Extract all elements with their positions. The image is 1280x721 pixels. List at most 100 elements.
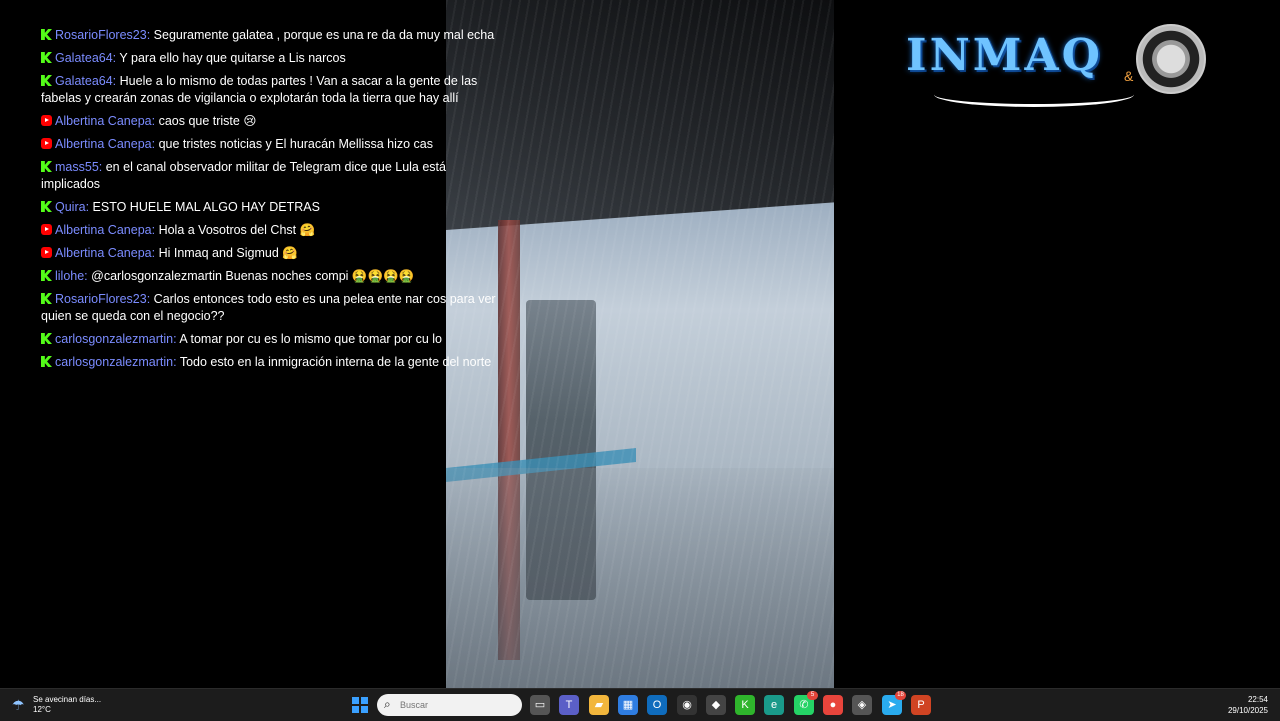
windows-logo-pane	[352, 706, 359, 713]
taskbar-app-kick[interactable]: K	[735, 695, 755, 715]
outlook-icon: O	[652, 699, 662, 711]
store-icon: ▦	[622, 699, 634, 711]
edge-icon: e	[770, 699, 778, 711]
chat-message: RosarioFlores23: Carlos entonces todo es…	[41, 291, 501, 325]
taskbar-app-obs[interactable]: ◉	[677, 695, 697, 715]
chat-text: A tomar por cu es lo mismo que tomar por…	[179, 332, 443, 346]
chat-text: que tristes noticias y El huracán Mellis…	[158, 137, 433, 151]
chat-message: carlosgonzalezmartin: Todo esto en la in…	[41, 354, 501, 371]
chat-username: carlosgonzalezmartin:	[55, 332, 177, 346]
kick-icon	[41, 270, 52, 281]
taskbar-app-teams[interactable]: T	[559, 695, 579, 715]
taskbar: ☂ Se avecinan días... 12°C ⌕ ▭ T ▰ ▦ O ◉ ◆ Ke ✆5…	[0, 688, 1280, 721]
chat-username: Albertina Canepa:	[55, 137, 156, 151]
chat-username: RosarioFlores23:	[55, 292, 151, 306]
chat-username: RosarioFlores23:	[55, 28, 151, 42]
kick-icon	[41, 333, 52, 344]
windows-logo-pane	[361, 706, 368, 713]
logo-ampersand: &	[1124, 68, 1134, 84]
chat-username: Galatea64:	[55, 51, 117, 65]
taskbar-app-chrome[interactable]: ●	[823, 695, 843, 715]
whatsapp-icon: ✆	[799, 699, 809, 711]
youtube-icon	[41, 224, 52, 235]
clock-time: 22:54	[1247, 695, 1268, 704]
chat-text: caos que triste 😢	[158, 114, 257, 128]
unity-icon: ◆	[711, 699, 721, 711]
start-button[interactable]	[352, 697, 368, 713]
chat-message: mass55: en el canal observador militar d…	[41, 159, 501, 193]
chat-username: Galatea64:	[55, 74, 117, 88]
youtube-icon	[41, 247, 52, 258]
chrome-icon: ●	[829, 699, 837, 711]
taskbar-app-whatsapp[interactable]: ✆ 5	[794, 691, 818, 715]
kick-icon	[41, 52, 52, 63]
chat-username: Albertina Canepa:	[55, 223, 156, 237]
shield-icon: ◈	[857, 699, 867, 711]
chat-text: ESTO HUELE MAL ALGO HAY DETRAS	[92, 200, 320, 214]
taskbar-app-telegram[interactable]: ➤ 18	[882, 691, 906, 715]
chat-message: carlosgonzalezmartin: A tomar por cu es …	[41, 331, 501, 348]
taskbar-app-edge[interactable]: e	[764, 695, 784, 715]
youtube-icon	[41, 115, 52, 126]
powerpoint-icon: P	[917, 699, 925, 711]
taskbar-app-security[interactable]: ◈	[852, 695, 872, 715]
taskbar-app-task-view[interactable]: ▭	[530, 695, 550, 715]
logo-wordmark: INMAQ	[906, 30, 1103, 81]
windows-logo-pane	[361, 697, 368, 704]
logo-swoosh	[934, 82, 1134, 107]
chat-text: Todo esto en la inmigración interna de l…	[179, 355, 492, 369]
chat-message: Galatea64: Huele a lo mismo de todas par…	[41, 73, 501, 107]
chat-username: carlosgonzalezmartin:	[55, 355, 177, 369]
chat-message: Quira: ESTO HUELE MAL ALGO HAY DETRAS	[41, 199, 501, 216]
system-clock[interactable]: 22:54 29/10/2025	[1228, 694, 1268, 716]
kick-icon: K	[741, 699, 749, 711]
clock-date: 29/10/2025	[1227, 706, 1268, 715]
video-feed	[446, 0, 834, 688]
obs-icon: ◉	[682, 699, 692, 711]
rain-umbrella-icon: ☂	[12, 697, 25, 713]
chat-text: Seguramente galatea , porque es una re d…	[153, 28, 495, 42]
chat-username: Albertina Canepa:	[55, 114, 156, 128]
task-view-icon: ▭	[534, 699, 546, 711]
chat-message: lilohe: @carlosgonzalezmartin Buenas noc…	[41, 268, 501, 285]
notification-badge: 18	[895, 691, 906, 700]
rain-overlay	[446, 0, 834, 688]
inmaq-logo: INMAQ &	[904, 24, 1206, 107]
logo-seal-icon	[1136, 24, 1206, 94]
kick-icon	[41, 161, 52, 172]
chat-text: en el canal observador militar de Telegr…	[41, 160, 446, 191]
chat-text: Hi Inmaq and Sigmud 🤗	[158, 246, 298, 260]
kick-icon	[41, 75, 52, 86]
kick-icon	[41, 356, 52, 367]
chat-message: RosarioFlores23: Seguramente galatea , p…	[41, 27, 501, 44]
taskbar-app-file-explorer[interactable]: ▰	[589, 695, 609, 715]
chat-message: Albertina Canepa: que tristes noticias y…	[41, 136, 501, 153]
chat-message: Galatea64: Y para ello hay que quitarse …	[41, 50, 501, 67]
windows-logo-icon	[352, 697, 359, 704]
kick-icon	[41, 201, 52, 212]
notification-badge: 5	[807, 691, 818, 700]
chat-overlay: RosarioFlores23: Seguramente galatea , p…	[41, 27, 501, 377]
taskbar-app-powerpoint[interactable]: P	[911, 695, 931, 715]
search-input[interactable]	[400, 697, 510, 713]
chat-message: Albertina Canepa: Hi Inmaq and Sigmud 🤗	[41, 245, 501, 262]
chat-username: mass55:	[55, 160, 103, 174]
kick-icon	[41, 29, 52, 40]
chat-username: Quira:	[55, 200, 90, 214]
youtube-icon	[41, 138, 52, 149]
kick-icon	[41, 293, 52, 304]
taskbar-app-store[interactable]: ▦	[618, 695, 638, 715]
taskbar-app-outlook[interactable]: O	[647, 695, 667, 715]
weather-temp: 12°C	[33, 705, 51, 714]
chat-text: @carlosgonzalezmartin Buenas noches comp…	[91, 269, 415, 283]
taskbar-search[interactable]: ⌕	[377, 694, 522, 716]
taskbar-app-unity[interactable]: ◆	[706, 695, 726, 715]
chat-text: Hola a Vosotros del Chst 🤗	[158, 223, 316, 237]
folder-icon: ▰	[594, 699, 604, 711]
chat-text: Y para ello hay que quitarse a Lis narco…	[119, 51, 346, 65]
chat-message: Albertina Canepa: Hola a Vosotros del Ch…	[41, 222, 501, 239]
teams-icon: T	[565, 699, 573, 711]
chat-username: Albertina Canepa:	[55, 246, 156, 260]
chat-username: lilohe:	[55, 269, 88, 283]
chat-message: Albertina Canepa: caos que triste 😢	[41, 113, 501, 130]
